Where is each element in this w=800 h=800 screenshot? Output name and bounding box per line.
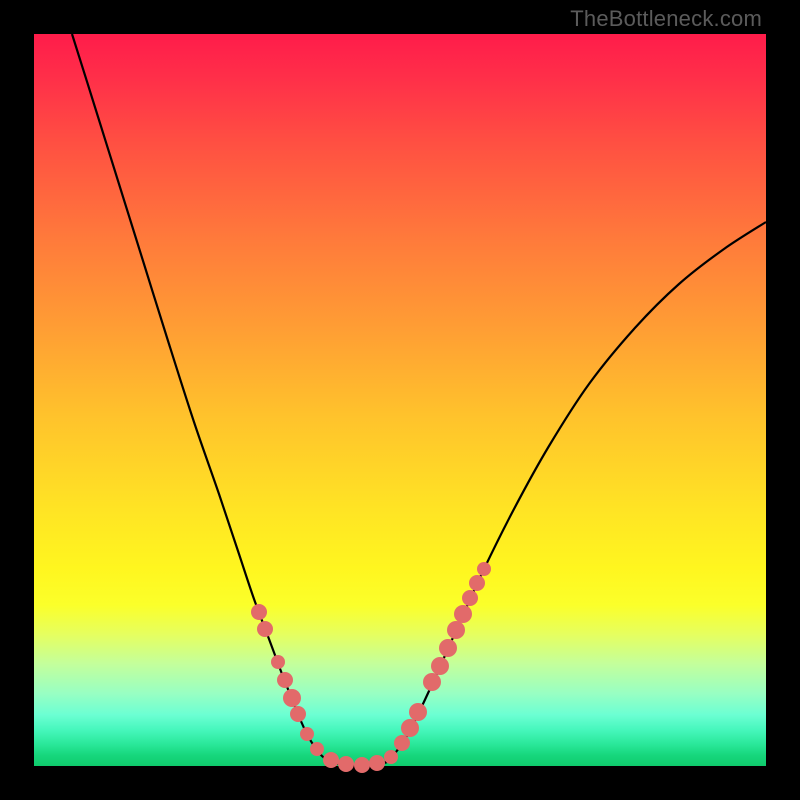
curve-marker [251,604,267,620]
curve-marker [338,756,354,772]
curve-marker [462,590,478,606]
curve-marker [271,655,285,669]
curve-marker [409,703,427,721]
curve-marker [401,719,419,737]
curve-marker [431,657,449,675]
curve-svg [34,34,766,766]
plot-area [34,34,766,766]
curve-marker [439,639,457,657]
curve-marker [290,706,306,722]
curve-marker [354,757,370,773]
curve-marker [283,689,301,707]
plot-frame [34,34,766,766]
curve-marker [454,605,472,623]
curve-marker [477,562,491,576]
curve-marker [384,750,398,764]
curve-marker [323,752,339,768]
curve-marker [257,621,273,637]
curve-marker [300,727,314,741]
curve-marker [310,742,324,756]
curve-marker [447,621,465,639]
curve-marker [394,735,410,751]
curve-marker [423,673,441,691]
curve-marker [369,755,385,771]
v-curve [72,34,766,766]
curve-marker [469,575,485,591]
watermark-text: TheBottleneck.com [570,6,762,32]
curve-markers [251,562,491,773]
curve-marker [277,672,293,688]
